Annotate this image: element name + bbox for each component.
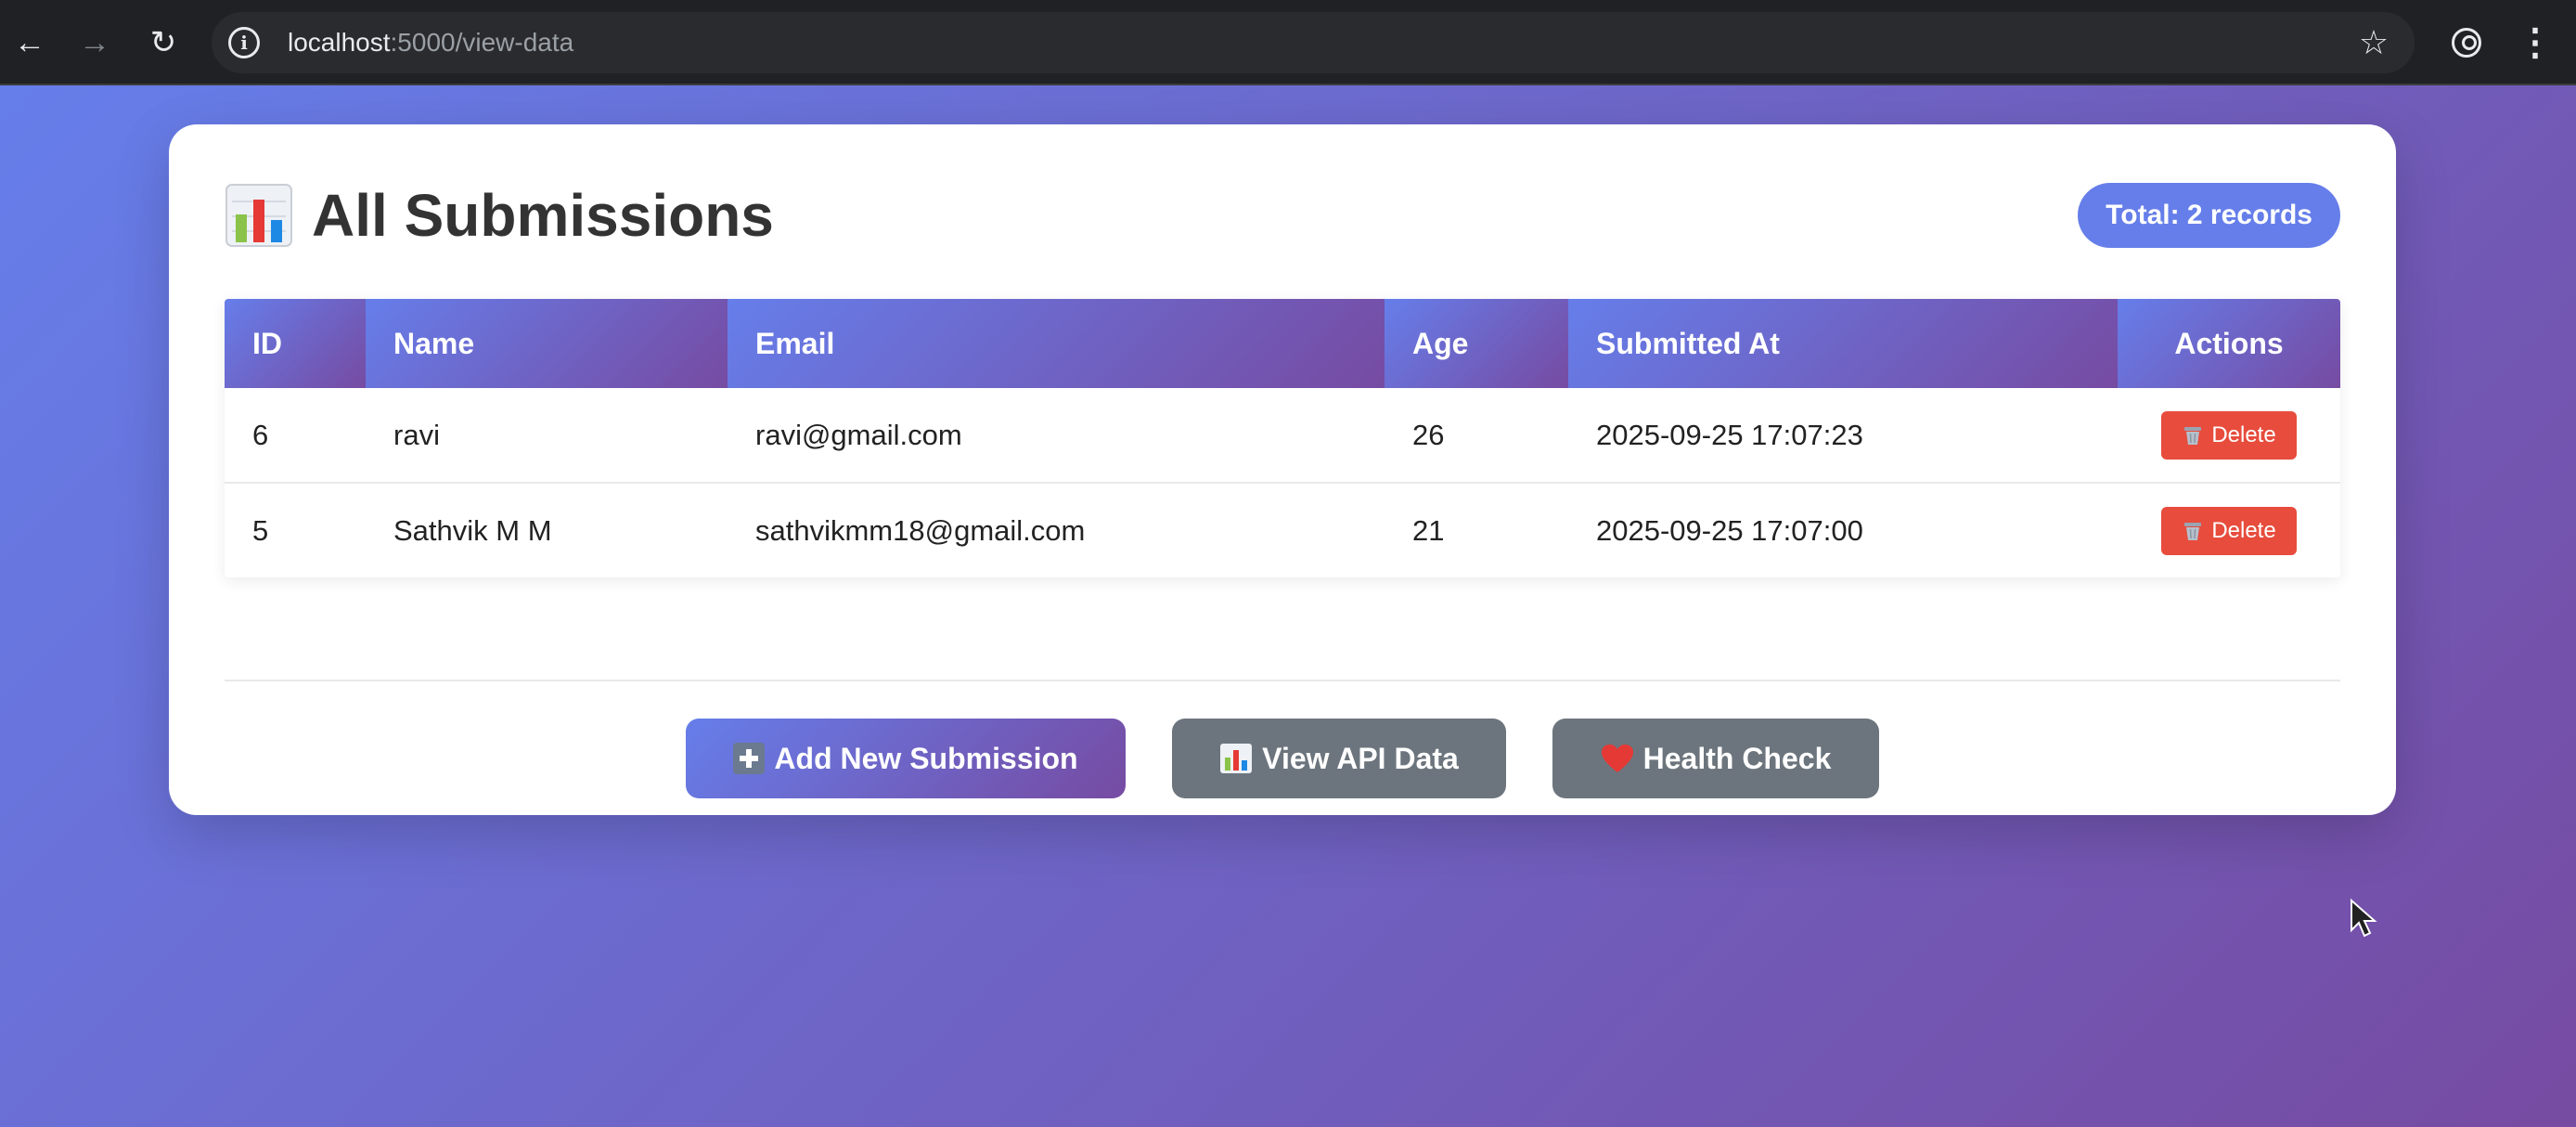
action-buttons: Add New Submission View API Data Health …: [169, 719, 2396, 798]
view-api-data-label: View API Data: [1262, 741, 1459, 775]
divider: [225, 680, 2340, 681]
cell-name: ravi: [366, 388, 728, 484]
delete-button-label: Delete: [2211, 517, 2276, 543]
kebab-menu-icon: ⋮: [2517, 22, 2554, 63]
back-arrow-icon[interactable]: ←: [4, 17, 56, 69]
heart-icon: [1601, 745, 1633, 772]
column-header-actions: Actions: [2118, 299, 2340, 388]
health-check-button[interactable]: Health Check: [1552, 719, 1879, 798]
view-api-data-button[interactable]: View API Data: [1172, 719, 1506, 798]
profile-button[interactable]: [2441, 17, 2492, 69]
submissions-table: ID Name Email Age Submitted At Actions 6…: [225, 299, 2340, 577]
page-background: All Submissions Total: 2 records ID Name…: [0, 85, 2576, 1127]
forward-arrow-icon[interactable]: →: [69, 17, 121, 69]
table-row: 6 ravi ravi@gmail.com 26 2025-09-25 17:0…: [225, 388, 2340, 484]
table-header-row: ID Name Email Age Submitted At Actions: [225, 299, 2340, 388]
cell-email: ravi@gmail.com: [728, 388, 1385, 484]
delete-button[interactable]: Delete: [2161, 506, 2297, 555]
table-row: 5 Sathvik M M sathvikmm18@gmail.com 21 2…: [225, 483, 2340, 577]
cell-actions: Delete: [2118, 388, 2340, 484]
cell-actions: Delete: [2118, 483, 2340, 577]
header-row: All Submissions Total: 2 records: [225, 178, 2340, 253]
cell-age: 26: [1385, 388, 1568, 484]
column-header-id: ID: [225, 299, 366, 388]
site-info-icon[interactable]: i: [228, 27, 260, 58]
cell-submitted-at: 2025-09-25 17:07:00: [1568, 483, 2118, 577]
mouse-cursor-icon: [2351, 899, 2377, 938]
page-title: All Submissions: [225, 181, 774, 250]
column-header-submitted-at: Submitted At: [1568, 299, 2118, 388]
delete-button[interactable]: Delete: [2161, 410, 2297, 460]
plus-icon: [733, 743, 766, 774]
bar-chart-icon: [225, 184, 292, 247]
address-bar[interactable]: i localhost:5000/view-data: [212, 12, 2415, 73]
delete-button-label: Delete: [2211, 421, 2276, 447]
cell-name: Sathvik M M: [366, 483, 728, 577]
url-text[interactable]: localhost:5000/view-data: [288, 28, 573, 58]
cell-email: sathvikmm18@gmail.com: [728, 483, 1385, 577]
column-header-email: Email: [728, 299, 1385, 388]
menu-button[interactable]: ⋮: [2509, 17, 2561, 69]
submissions-card: All Submissions Total: 2 records ID Name…: [169, 124, 2396, 815]
trash-icon: [2184, 426, 2202, 445]
total-records-badge: Total: 2 records: [2078, 183, 2340, 248]
column-header-age: Age: [1385, 299, 1568, 388]
add-submission-label: Add New Submission: [774, 741, 1078, 775]
browser-toolbar: ← → ↻ i localhost:5000/view-data ☆ ⋮: [0, 0, 2576, 85]
cell-id: 6: [225, 388, 366, 484]
cell-submitted-at: 2025-09-25 17:07:23: [1568, 388, 2118, 484]
url-host: localhost: [288, 28, 391, 57]
reload-icon[interactable]: ↻: [137, 17, 189, 69]
bar-chart-icon: [1220, 744, 1253, 773]
url-path: :5000/view-data: [390, 28, 574, 57]
bookmark-star-icon[interactable]: ☆: [2348, 17, 2400, 69]
add-submission-button[interactable]: Add New Submission: [686, 719, 1126, 798]
cell-age: 21: [1385, 483, 1568, 577]
page-title-text: All Submissions: [312, 182, 774, 249]
health-check-label: Health Check: [1642, 741, 1832, 775]
trash-icon: [2184, 522, 2202, 540]
cell-id: 5: [225, 483, 366, 577]
column-header-name: Name: [366, 299, 728, 388]
profile-icon: [2452, 28, 2481, 58]
